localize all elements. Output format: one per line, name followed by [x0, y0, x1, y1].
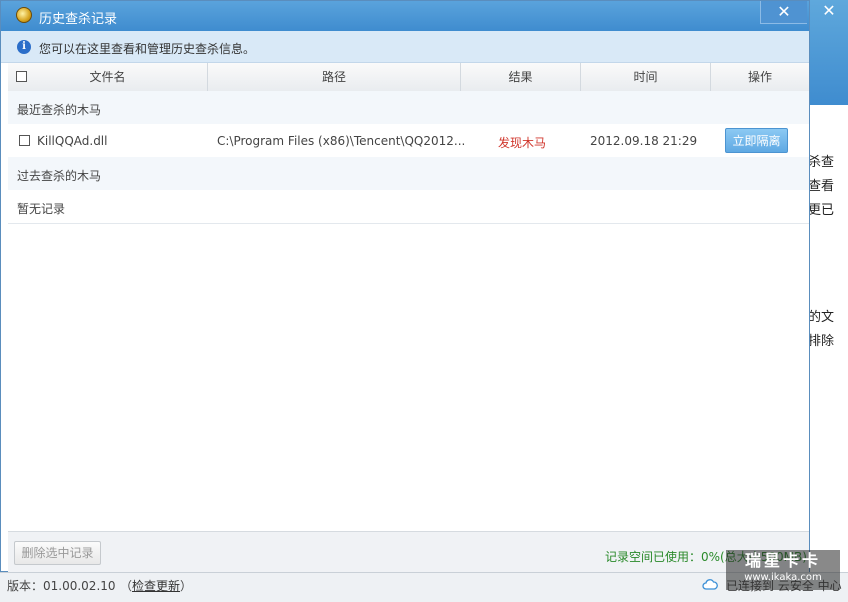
empty-row: 暂无记录 [8, 190, 809, 224]
row-checkbox[interactable] [19, 135, 30, 146]
dialog-footer: 删除选中记录 记录空间已使用：0%(总大小500MB) [8, 531, 809, 572]
cloud-icon [702, 579, 718, 590]
scan-result: 发现木马 [498, 136, 547, 150]
info-text: 您可以在这里查看和管理历史查杀信息。 [39, 42, 256, 56]
column-header-path[interactable]: 路径 [208, 63, 461, 91]
watermark-title: 瑞星卡卡 [744, 551, 821, 570]
close-button[interactable]: ✕ [760, 1, 807, 24]
group-label: 过去查杀的木马 [17, 169, 102, 183]
column-header-label: 路径 [321, 70, 346, 84]
main-window-text-line: 查看 [808, 179, 835, 194]
file-name: KillQQAd.dll [37, 134, 108, 148]
column-header-label: 文件名 [89, 70, 126, 84]
table-row[interactable]: KillQQAd.dll C:\Program Files (x86)\Tenc… [8, 124, 809, 158]
column-header-result[interactable]: 结果 [461, 63, 581, 91]
main-window-text-line: 杀查 [808, 155, 835, 170]
main-window-text-line: 更已 [808, 203, 835, 218]
column-header-label: 操作 [747, 70, 772, 84]
dialog-titlebar: 历史查杀记录 ✕ [1, 1, 809, 31]
group-label: 最近查杀的木马 [17, 103, 102, 117]
info-icon: i [17, 40, 31, 54]
empty-label: 暂无记录 [17, 202, 66, 216]
column-header-label: 结果 [508, 70, 533, 84]
paren-open: （ [120, 579, 133, 593]
column-header-label: 时间 [633, 70, 658, 84]
version-label: 版本：01.00.02.10 [7, 579, 116, 593]
info-bar: i 您可以在这里查看和管理历史查杀信息。 [1, 31, 809, 63]
check-update-link[interactable]: 检查更新 [132, 579, 180, 593]
history-dialog: 历史查杀记录 ✕ i 您可以在这里查看和管理历史查杀信息。 文件名 路径 结果 … [0, 0, 810, 572]
shield-logo-icon [16, 7, 32, 23]
column-header-time[interactable]: 时间 [581, 63, 711, 91]
column-header-action[interactable]: 操作 [711, 63, 809, 91]
group-past: 过去查杀的木马 [8, 157, 809, 191]
select-all-checkbox[interactable] [16, 71, 27, 82]
left-edge [1, 63, 8, 571]
dialog-title: 历史查杀记录 [39, 12, 118, 27]
scan-time: 2012.09.18 21:29 [590, 134, 698, 148]
watermark-url: www.ikaka.com [744, 572, 822, 583]
main-window-text-line: 排除 [808, 334, 835, 349]
group-recent: 最近查杀的木马 [8, 91, 809, 125]
main-window-text-line: 的文 [808, 310, 835, 325]
column-header-filename[interactable]: 文件名 [8, 63, 208, 91]
main-window-close-button[interactable]: ✕ [810, 0, 848, 24]
paren-close: ） [180, 579, 193, 593]
watermark-logo: 瑞星卡卡 www.ikaka.com [726, 550, 840, 590]
delete-selected-button[interactable]: 删除选中记录 [14, 541, 101, 565]
file-path: C:\Program Files (x86)\Tencent\QQ2012... [217, 134, 466, 148]
isolate-button[interactable]: 立即隔离 [725, 128, 788, 153]
table-header: 文件名 路径 结果 时间 操作 [8, 63, 809, 92]
check-update-group: （检查更新） [120, 577, 192, 594]
